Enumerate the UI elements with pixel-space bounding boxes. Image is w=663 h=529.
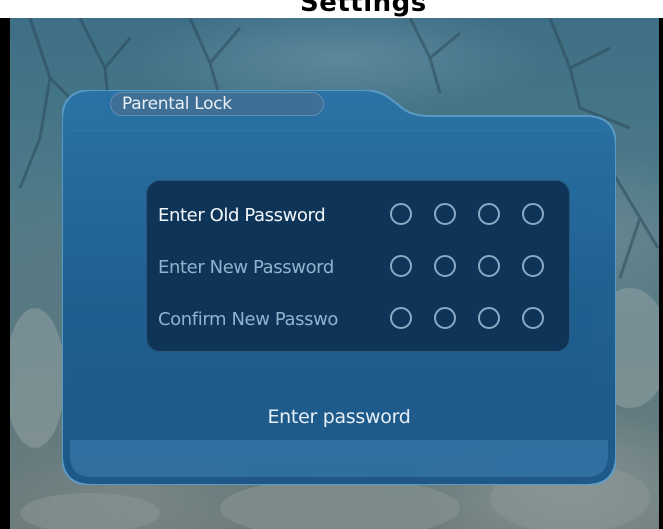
status-message: Enter password [267, 406, 411, 428]
parental-lock-dialog: Parental Lock Enter Old Password Enter N… [62, 90, 616, 485]
empty-circle-icon [478, 255, 500, 277]
dialog-title: Parental Lock [122, 94, 232, 114]
confirm-password-label: Confirm New Passwo [158, 309, 339, 330]
empty-circle-icon [390, 307, 412, 329]
empty-circle-icon [522, 307, 544, 329]
old-password-row[interactable]: Enter Old Password [158, 200, 558, 232]
empty-circle-icon [434, 203, 456, 225]
empty-circle-icon [390, 255, 412, 277]
empty-circle-icon [522, 255, 544, 277]
password-panel: Enter Old Password Enter New Password Co… [146, 180, 570, 352]
empty-circle-icon [522, 203, 544, 225]
left-border [0, 18, 10, 529]
empty-circle-icon [390, 203, 412, 225]
empty-circle-icon [478, 307, 500, 329]
screen-title: Settings [300, 0, 427, 18]
empty-circle-icon [434, 255, 456, 277]
empty-circle-icon [478, 203, 500, 225]
confirm-password-row[interactable]: Confirm New Passwo [158, 304, 558, 336]
new-password-row[interactable]: Enter New Password [158, 252, 558, 284]
underwater-background: Parental Lock Enter Old Password Enter N… [10, 18, 659, 529]
old-password-label: Enter Old Password [158, 205, 326, 226]
right-border [659, 18, 663, 529]
new-password-label: Enter New Password [158, 257, 334, 278]
empty-circle-icon [434, 307, 456, 329]
top-band: Settings [0, 0, 663, 18]
